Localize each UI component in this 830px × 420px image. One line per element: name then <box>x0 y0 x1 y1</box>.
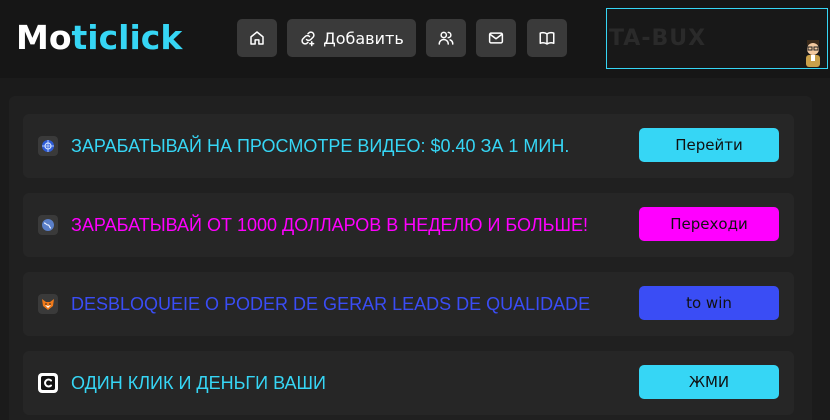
c-logo-icon <box>38 373 58 393</box>
go-button[interactable]: Перейти <box>639 128 779 162</box>
home-icon <box>250 31 264 45</box>
site-logo[interactable]: Moticlick <box>16 18 182 58</box>
add-button-label: Добавить <box>323 28 404 48</box>
fox-icon <box>38 294 58 314</box>
home-button[interactable] <box>237 19 277 57</box>
go-button[interactable]: Переходи <box>639 207 779 241</box>
ad-card[interactable]: ОДИН КЛИК И ДЕНЬГИ ВАШИ ЖМИ <box>23 351 794 415</box>
ad-text[interactable]: DESBLOQUEIE O PODER DE GERAR LEADS DE QU… <box>71 293 590 315</box>
users-button[interactable] <box>426 19 466 57</box>
mail-button[interactable] <box>476 19 516 57</box>
globe-blue-icon <box>38 136 58 156</box>
link-add-icon <box>301 31 315 47</box>
mail-icon <box>488 32 504 44</box>
ad-card[interactable]: ЗАРАБАТЫВАЙ НА ПРОСМОТРЕ ВИДЕО: $0.40 ЗА… <box>23 114 794 178</box>
go-button[interactable]: to win <box>639 286 779 320</box>
ad-card[interactable]: ЗАРАБАТЫВАЙ ОТ 1000 ДОЛЛАРОВ В НЕДЕЛЮ И … <box>23 193 794 257</box>
users-icon <box>438 31 454 45</box>
site-header: Moticlick Добавить TA-BUX <box>0 0 830 78</box>
book-button[interactable] <box>527 19 567 57</box>
ad-banner[interactable]: TA-BUX <box>606 8 828 69</box>
ads-panel: ЗАРАБАТЫВАЙ НА ПРОСМОТРЕ ВИДЕО: $0.40 ЗА… <box>9 96 812 420</box>
globe-icon <box>38 215 58 235</box>
cartoon-figure-icon <box>806 40 820 67</box>
banner-text: TA-BUX <box>609 26 707 51</box>
go-button[interactable]: ЖМИ <box>639 365 779 399</box>
ad-text[interactable]: ЗАРАБАТЫВАЙ НА ПРОСМОТРЕ ВИДЕО: $0.40 ЗА… <box>71 135 569 157</box>
book-icon <box>539 31 555 45</box>
ad-text[interactable]: ЗАРАБАТЫВАЙ ОТ 1000 ДОЛЛАРОВ В НЕДЕЛЮ И … <box>71 214 588 236</box>
ad-card[interactable]: DESBLOQUEIE O PODER DE GERAR LEADS DE QU… <box>23 272 794 336</box>
add-button[interactable]: Добавить <box>287 19 416 57</box>
ad-text[interactable]: ОДИН КЛИК И ДЕНЬГИ ВАШИ <box>71 372 326 394</box>
